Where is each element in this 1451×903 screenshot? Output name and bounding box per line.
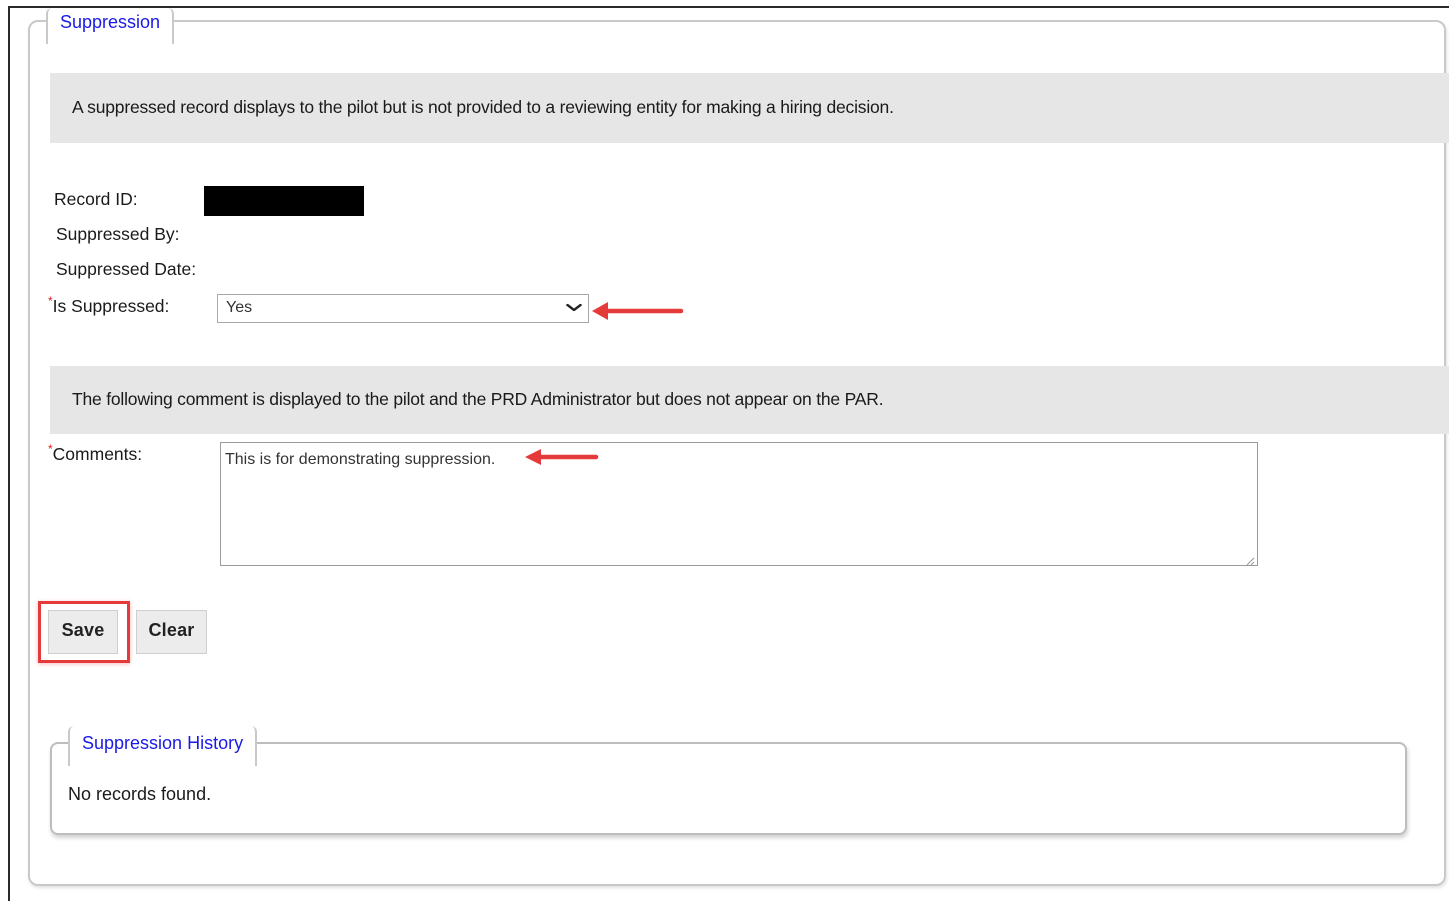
comment-info-banner: The following comment is displayed to th… — [50, 366, 1449, 434]
comments-label-text: Comments: — [52, 444, 143, 464]
is-suppressed-selected-value: Yes — [226, 299, 253, 316]
resize-grip-icon[interactable] — [1245, 553, 1255, 566]
no-records-message: No records found. — [68, 784, 212, 804]
comments-label: *Comments: — [48, 442, 143, 465]
is-suppressed-label-text: Is Suppressed: — [52, 296, 170, 316]
suppressed-by-label: Suppressed By: — [56, 224, 180, 244]
clear-button[interactable]: Clear — [136, 610, 207, 654]
record-id-label: Record ID: — [54, 189, 138, 209]
suppression-legend: Suppression — [46, 8, 175, 44]
suppressed-date-label: Suppressed Date: — [56, 259, 197, 279]
is-suppressed-select[interactable]: Yes — [217, 294, 589, 323]
red-arrow-left-icon — [525, 446, 599, 470]
required-marker: * — [48, 442, 53, 456]
record-id-value-redacted — [204, 186, 364, 216]
suppression-info-banner: A suppressed record displays to the pilo… — [50, 73, 1449, 143]
required-marker: * — [48, 294, 53, 308]
red-arrow-left-icon — [592, 299, 684, 323]
comments-text: This is for demonstrating suppression. — [225, 451, 496, 468]
chevron-down-icon — [566, 299, 582, 322]
save-button[interactable]: Save — [48, 610, 118, 654]
is-suppressed-label: *Is Suppressed: — [48, 294, 170, 317]
suppression-history-legend: Suppression History — [68, 726, 258, 766]
comments-textarea[interactable]: This is for demonstrating suppression. — [220, 442, 1258, 566]
